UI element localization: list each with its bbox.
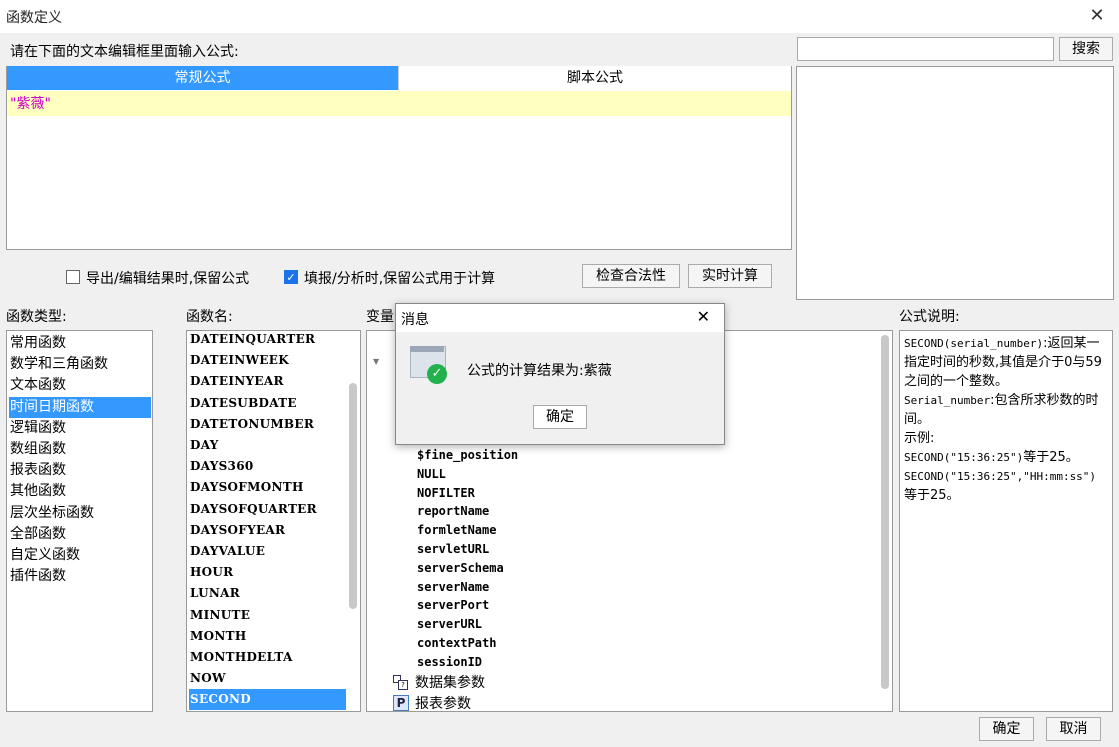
variable-item[interactable]: NULL [417,467,446,481]
close-icon[interactable]: ✕ [1085,4,1109,28]
variable-item[interactable]: $fine_position [417,448,518,462]
description-text: 等于25。 [1023,450,1079,465]
function-name-item[interactable]: DAYSOFYEAR [189,520,346,541]
tree-group-report-params[interactable]: 报表参数 [415,693,471,711]
description-code: SECOND("15:36:25") [904,451,1024,464]
variable-item[interactable]: sessionID [417,655,482,669]
description-line: SECOND("15:36:25","HH:mm:ss") 等于25。 [904,467,1108,505]
variable-item[interactable]: serverPort [417,598,489,612]
description-text: 示例: [904,431,935,446]
function-name-item[interactable]: SECOND [189,689,346,711]
variable-item[interactable]: serverName [417,580,489,594]
tab-script-formula[interactable]: 脚本公式 [398,66,791,90]
function-name-item[interactable]: DAYSOFQUARTER [189,499,346,520]
description-code: Serial_number [904,394,991,407]
function-type-item[interactable]: 数学和三角函数 [9,354,151,375]
variable-item[interactable]: serverURL [417,617,482,631]
success-icon: ✓ [410,346,447,384]
function-type-item[interactable]: 数组函数 [9,439,151,460]
variable-item[interactable]: NOFILTER [417,486,475,500]
keep-formula-export-label: 导出/编辑结果时,保留公式 [86,271,250,287]
function-name-item[interactable]: DATEINYEAR [189,371,346,392]
function-names-scrollbar[interactable] [349,383,357,609]
variable-item[interactable]: serverSchema [417,561,504,575]
description-line: Serial_number:包含所求秒数的时间。 [904,391,1108,429]
function-name-item[interactable]: DAYSOFMONTH [189,477,346,498]
description-code: SECOND("15:36:25","HH:mm:ss") [904,470,1097,483]
function-name-item[interactable]: MONTHDELTA [189,647,346,668]
dialog-message: 公式的计算结果为:紫薇 [467,363,612,379]
formula-text[interactable]: "紫薇" [10,93,51,113]
dialog-title-bar: 消息 ✕ [396,304,724,332]
function-name-item[interactable]: DAYVALUE [189,541,346,562]
function-types-label: 函数类型: [6,309,67,325]
function-type-item[interactable]: 自定义函数 [9,545,151,566]
dialog-ok-button[interactable]: 确定 [533,405,587,429]
cancel-button[interactable]: 取消 [1046,717,1101,741]
editor-prompt: 请在下面的文本编辑框里面输入公式: [10,44,239,60]
function-type-item[interactable]: 时间日期函数 [9,396,151,418]
keep-formula-fill-label: 填报/分析时,保留公式用于计算 [304,271,496,287]
variables-scrollbar[interactable] [881,335,889,689]
ok-button[interactable]: 确定 [979,717,1034,741]
description-label: 公式说明: [899,309,960,325]
tree-expand-icon[interactable]: ▼ [373,357,379,366]
function-name-item[interactable]: DATESUBDATE [189,393,346,414]
formula-description: SECOND(serial_number):返回某一指定时间的秒数,其值是介于0… [899,330,1113,712]
keep-formula-fill-checkbox[interactable]: ✓ [284,270,298,284]
dialog-close-icon[interactable]: ✕ [697,307,710,326]
description-text: 等于25。 [904,488,960,503]
title-bar: 函数定义 ✕ [0,0,1119,33]
check-validity-button[interactable]: 检查合法性 [582,264,680,288]
variable-item[interactable]: servletURL [417,542,489,556]
function-name-item[interactable]: DATETONUMBER [189,414,346,435]
search-input[interactable] [797,37,1054,61]
function-name-item[interactable]: LUNAR [189,583,346,604]
search-result-panel [796,66,1114,300]
variable-item[interactable]: reportName [417,504,489,518]
function-name-item[interactable]: DAY [189,435,346,456]
function-name-item[interactable]: MONTH [189,626,346,647]
function-names-label: 函数名: [186,309,233,325]
function-types-list: 常用函数 数学和三角函数 文本函数 时间日期函数 逻辑函数 数组函数 报表函数 其他函数 层次坐… [6,330,153,712]
dataset-param-icon: ? [393,675,408,690]
function-type-item[interactable]: 逻辑函数 [9,418,151,439]
window-title: 函数定义 [6,10,62,26]
function-type-item[interactable]: 层次坐标函数 [9,503,151,524]
function-name-item[interactable]: HOUR [189,562,346,583]
function-name-item[interactable]: NOW [189,668,346,689]
tree-group-dataset-params[interactable]: 数据集参数 [415,672,485,692]
variables-label: 变量 [366,309,394,325]
function-type-item[interactable]: 报表函数 [9,460,151,481]
function-names-list: DATEINQUARTER DATEINWEEK DATEINYEAR DATESUB… [186,330,361,712]
description-line: SECOND(serial_number):返回某一指定时间的秒数,其值是介于0… [904,334,1108,391]
search-button[interactable]: 搜索 [1059,37,1113,61]
function-type-item[interactable]: 文本函数 [9,375,151,396]
formula-current-line [7,91,791,116]
description-code: SECOND(serial_number) [904,337,1044,350]
function-type-item[interactable]: 其他函数 [9,481,151,502]
function-name-item[interactable]: DATEINQUARTER [189,331,346,350]
function-type-item[interactable]: 插件函数 [9,566,151,587]
function-name-item[interactable]: DAYS360 [189,456,346,477]
tab-regular-formula[interactable]: 常规公式 [7,66,398,90]
function-name-item[interactable]: DATEINWEEK [189,350,346,371]
function-name-item[interactable]: MINUTE [189,605,346,626]
report-param-icon: P [393,695,409,711]
keep-formula-export-checkbox[interactable] [66,270,80,284]
description-line: SECOND("15:36:25")等于25。 [904,448,1108,467]
realtime-calc-button[interactable]: 实时计算 [688,264,772,288]
message-dialog: 消息 ✕ ✓ 公式的计算结果为:紫薇 确定 [395,303,725,445]
variable-item[interactable]: contextPath [417,636,496,650]
dialog-title: 消息 [401,312,429,328]
variable-item[interactable]: formletName [417,523,496,537]
description-line: 示例: [904,429,1108,448]
function-type-item[interactable]: 常用函数 [9,333,151,354]
function-type-item[interactable]: 全部函数 [9,524,151,545]
